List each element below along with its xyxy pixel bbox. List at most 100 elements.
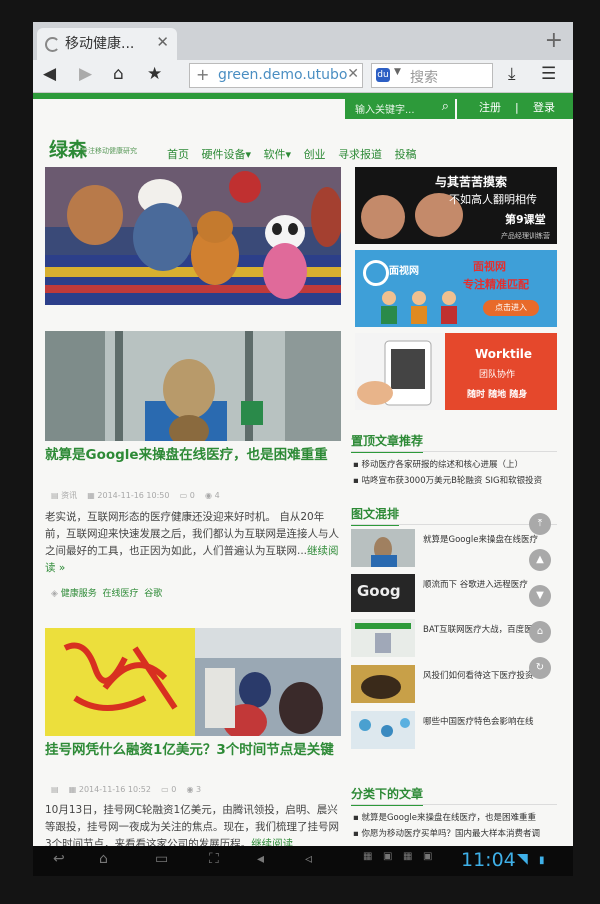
notification-icon[interactable]: ▣ bbox=[383, 851, 392, 862]
add-bookmark-icon[interactable]: + bbox=[196, 65, 209, 84]
category-post[interactable]: ▪ 你愿为移动医疗买单吗？国内最大样本消费者调 bbox=[353, 827, 540, 839]
article-2-excerpt-text: 10月13日，挂号网C轮融资1亿美元，由腾讯领投，启明、晨兴等跟投，挂号网一夜成… bbox=[45, 804, 339, 846]
thumb-illustration bbox=[355, 623, 411, 653]
scroll-down-button[interactable]: ▼ bbox=[529, 585, 551, 607]
featured-item[interactable]: ▪ 咕咚宣布获3000万美元B轮融资 SIG和软银投资 bbox=[353, 474, 542, 486]
system-nav-bar: ↩ ⌂ ▭ ⛶ ◂ ◃ ▦ ▣ ▦ ▣ 11:04 ◥ ▮ bbox=[33, 846, 573, 876]
category-post[interactable]: ▪ 就算是Google来操盘在线医疗，也是困难重重 bbox=[353, 811, 536, 823]
category-icon: ▤ bbox=[51, 785, 59, 794]
home-icon[interactable]: ⌂ bbox=[113, 64, 124, 84]
volume-down-icon[interactable]: ◂ bbox=[257, 851, 264, 867]
hospital-window-illustration bbox=[45, 331, 341, 441]
home-button[interactable]: ⌂ bbox=[529, 621, 551, 643]
article-2-title[interactable]: 挂号网凭什么融资1亿美元？3个时间节点是关键 bbox=[45, 740, 341, 760]
hero-image[interactable] bbox=[45, 167, 341, 305]
close-tab-icon[interactable]: ✕ bbox=[156, 33, 169, 51]
article-1-title[interactable]: 就算是Google来操盘在线医疗，也是困难重重 bbox=[45, 445, 341, 465]
nav-submit[interactable]: 投稿 bbox=[395, 148, 417, 161]
download-icon[interactable]: ⤓ bbox=[508, 64, 516, 84]
back-icon[interactable]: ◀ bbox=[43, 64, 56, 84]
notification-icon[interactable]: ▣ bbox=[423, 851, 432, 862]
comment-icon: ▭ bbox=[161, 785, 169, 794]
article-1-category[interactable]: 资讯 bbox=[61, 491, 77, 500]
ad2-cta-button[interactable]: 点击进入 bbox=[483, 300, 539, 316]
gallery-thumb-2[interactable]: Goog bbox=[351, 574, 415, 612]
tag-online-medical[interactable]: 在线医疗 bbox=[103, 589, 139, 599]
gallery-thumb-1[interactable] bbox=[351, 529, 415, 567]
browser-tab[interactable]: 移动健康... ✕ bbox=[37, 28, 177, 60]
article-1-image[interactable] bbox=[45, 331, 341, 441]
new-tab-icon[interactable]: + bbox=[545, 28, 563, 53]
browser-search-box[interactable]: du ▼ 搜索 bbox=[371, 63, 493, 88]
featured-divider bbox=[351, 451, 557, 452]
notification-icon[interactable]: ▦ bbox=[363, 851, 372, 862]
ad1-line2: 不如高人翻明相传 bbox=[449, 193, 537, 206]
nav-report[interactable]: 寻求报道 bbox=[338, 148, 382, 161]
menu-icon[interactable]: ☰ bbox=[541, 64, 556, 84]
nav-startup[interactable]: 创业 bbox=[304, 148, 326, 161]
ad2-line2: 专注精准匹配 bbox=[463, 278, 529, 291]
address-bar[interactable]: + green.demo.utubo ✕ bbox=[189, 63, 363, 88]
article-1-meta: ▤ 资讯 ▦ 2014-11-16 10:50 ▭ 0 ◉ 4 bbox=[51, 490, 220, 501]
views-icon: ◉ bbox=[186, 785, 194, 794]
tag-google[interactable]: 谷歌 bbox=[144, 589, 162, 599]
scroll-up-button[interactable]: ▲ bbox=[529, 549, 551, 571]
tab-title: 移动健康... bbox=[65, 36, 135, 52]
gallery-title-1[interactable]: 就算是Google来操盘在线医疗 bbox=[423, 533, 538, 545]
notification-icon[interactable]: ▦ bbox=[403, 851, 412, 862]
login-link[interactable]: 登录 bbox=[533, 97, 555, 119]
tag-health-service[interactable]: 健康服务 bbox=[61, 589, 97, 599]
wifi-icon: ◥ bbox=[517, 851, 528, 867]
ad-banner-mianshi[interactable]: 面视网 面视网 专注精准匹配 点击进入 bbox=[355, 250, 557, 327]
scroll-top-button[interactable]: ⤒ bbox=[529, 513, 551, 535]
refresh-button[interactable]: ↻ bbox=[529, 657, 551, 679]
gallery-title-2[interactable]: 顺流而下 谷歌进入远程医疗 bbox=[423, 578, 528, 590]
baidu-icon: du bbox=[376, 68, 390, 82]
ad-banner-worktile[interactable]: Worktile 团队协作 随时 随地 随身 bbox=[355, 333, 557, 410]
screenshot-icon[interactable]: ⛶ bbox=[209, 851, 219, 867]
comment-icon: ▭ bbox=[179, 491, 188, 500]
clear-url-icon[interactable]: ✕ bbox=[347, 66, 359, 82]
link-divider: | bbox=[515, 101, 519, 114]
nav-home[interactable]: 首页 bbox=[167, 148, 189, 161]
calendar-icon: ▦ bbox=[68, 785, 77, 794]
nav-software[interactable]: 软件▾ bbox=[264, 148, 292, 161]
ad3-line1: 团队协作 bbox=[479, 370, 516, 380]
gallery-thumb-5[interactable] bbox=[351, 711, 415, 749]
thumb-illustration bbox=[361, 675, 401, 699]
back-nav-icon[interactable]: ↩ bbox=[53, 851, 65, 867]
featured-item[interactable]: ▪ 移动医疗各家研报的综述和核心进展（上） bbox=[353, 458, 523, 470]
google-logo-icon: Goog bbox=[357, 582, 401, 600]
forward-icon[interactable]: ▶ bbox=[79, 64, 92, 84]
toys-illustration bbox=[45, 167, 341, 305]
system-clock[interactable]: 11:04 bbox=[461, 849, 516, 871]
article-2-excerpt: 10月13日，挂号网C轮融资1亿美元，由腾讯领投，启明、晨兴等跟投，挂号网一夜成… bbox=[45, 802, 341, 846]
ad-banner-course[interactable]: 与其苦苦摸索 不如高人翻明相传 第9课堂 产品经理训练营 bbox=[355, 167, 557, 244]
people-illustration bbox=[381, 291, 457, 324]
device-screen: 移动健康... ✕ + ◀ ▶ ⌂ ★ + green.demo.utubo ✕… bbox=[33, 22, 573, 846]
engine-dropdown-icon[interactable]: ▼ bbox=[394, 67, 401, 77]
register-link[interactable]: 注册 bbox=[479, 97, 501, 119]
gallery-title-5[interactable]: 哪些中国医疗特色会影响在线 bbox=[423, 715, 534, 727]
gallery-divider bbox=[351, 524, 557, 525]
search-icon[interactable]: ⌕ bbox=[442, 99, 449, 114]
gallery-title-3[interactable]: BAT互联网医疗大战，百度医 bbox=[423, 623, 533, 635]
gallery-thumb-4[interactable] bbox=[351, 665, 415, 703]
bookmark-icon[interactable]: ★ bbox=[147, 64, 162, 84]
nav-hardware[interactable]: 硬件设备▾ bbox=[202, 148, 252, 161]
article-1-tags: ◈ 健康服务 在线医疗 谷歌 bbox=[51, 586, 162, 599]
featured-item-text: 移动医疗各家研报的综述和核心进展（上） bbox=[361, 460, 523, 470]
site-search-input[interactable]: 输入关键字... ⌕ bbox=[345, 97, 455, 119]
web-page: 输入关键字... ⌕ 注册 | 登录 绿森 专注移动健康研究 首页 硬件设备▾ … bbox=[33, 93, 573, 846]
recent-apps-icon[interactable]: ▭ bbox=[155, 851, 168, 867]
gallery-thumb-3[interactable] bbox=[351, 619, 415, 657]
browser-search-placeholder: 搜索 bbox=[410, 70, 438, 86]
article-1-views: 4 bbox=[214, 491, 220, 500]
thumb-illustration bbox=[359, 718, 410, 737]
home-nav-icon[interactable]: ⌂ bbox=[99, 851, 108, 867]
article-2-image[interactable] bbox=[45, 628, 341, 736]
gallery-title-4[interactable]: 风投们如何看待这下医疗投资 bbox=[423, 669, 534, 681]
volume-up-icon[interactable]: ◃ bbox=[305, 851, 312, 867]
article-2-read-more[interactable]: 继续阅读 bbox=[251, 838, 293, 846]
nav-software-label: 软件 bbox=[263, 148, 286, 161]
